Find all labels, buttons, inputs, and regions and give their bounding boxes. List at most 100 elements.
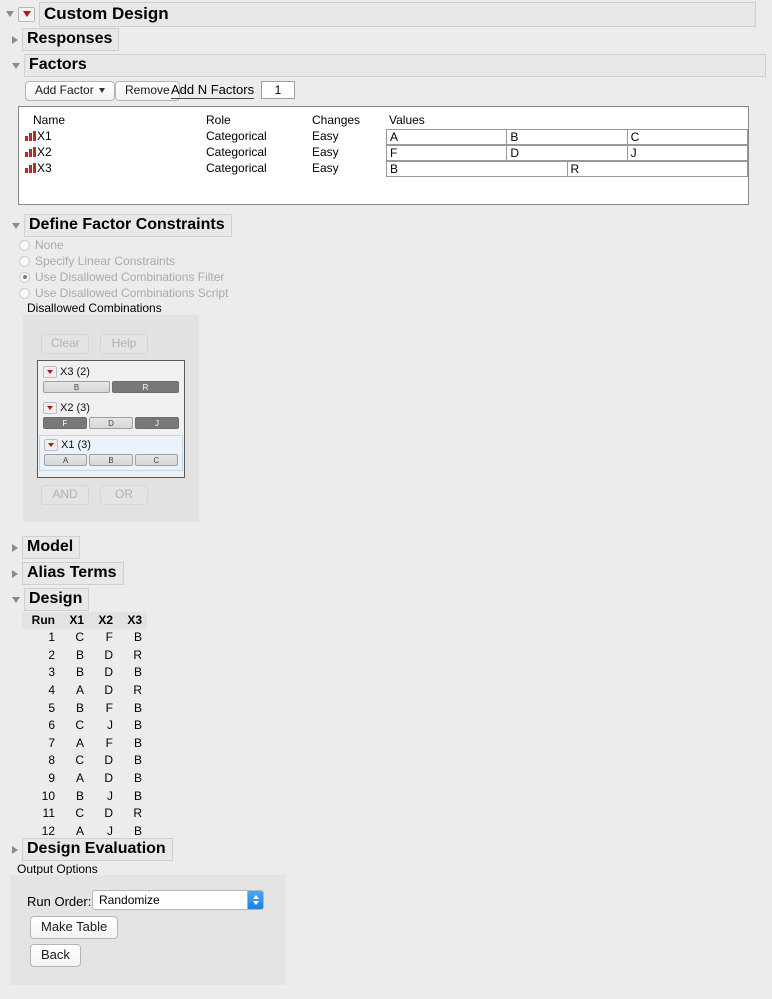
filter-group-x2-label: X2 (3) [60, 402, 90, 414]
filter-level-f[interactable]: F [43, 417, 87, 429]
value-cell[interactable]: B [506, 129, 627, 145]
factor-role[interactable]: Categorical [206, 161, 267, 175]
radio-none[interactable]: None [19, 238, 64, 252]
value-cell[interactable]: F [386, 145, 507, 161]
factor-role[interactable]: Categorical [206, 129, 267, 143]
chevron-down-icon[interactable] [12, 222, 20, 229]
factor-changes[interactable]: Easy [312, 129, 339, 143]
filter-level-b[interactable]: B [43, 381, 110, 393]
section-model[interactable]: Model [12, 536, 81, 560]
section-design-evaluation[interactable]: Design Evaluation [12, 838, 173, 862]
table-row[interactable]: 7 A F B [22, 735, 147, 753]
factor-row[interactable]: X1 Categorical Easy A B C [19, 129, 748, 145]
filter-level-a[interactable]: A [44, 454, 88, 466]
radio-icon[interactable] [19, 287, 30, 299]
section-factors[interactable]: Factors [12, 54, 766, 78]
add-n-factors-link[interactable]: Add N Factors [171, 82, 255, 99]
help-button[interactable]: Help [100, 334, 148, 355]
value-cell[interactable]: R [566, 161, 748, 177]
table-row[interactable]: 2 B D R [22, 647, 147, 665]
cell-x3: B [133, 753, 142, 768]
filter-group-x2-title[interactable]: X2 (3) [43, 401, 179, 415]
cell-x1: B [75, 665, 84, 680]
value-cell[interactable]: B [386, 161, 567, 177]
design-col-x3[interactable]: X3 [118, 612, 147, 629]
filter-level-r[interactable]: R [112, 381, 179, 393]
table-row[interactable]: 5 B F B [22, 699, 147, 717]
chevron-right-icon[interactable] [12, 845, 18, 854]
table-row[interactable]: 1 C F B [22, 629, 147, 647]
filter-group-x1-title[interactable]: X1 (3) [44, 438, 178, 452]
clear-button[interactable]: Clear [41, 334, 89, 355]
section-responses[interactable]: Responses [12, 28, 120, 52]
factor-row[interactable]: X3 Categorical Easy B R [19, 161, 748, 177]
factors-col-changes: Changes [312, 113, 361, 127]
value-cell[interactable]: J [626, 145, 748, 161]
cell-run: 7 [48, 735, 55, 750]
filter-level-b[interactable]: B [89, 454, 133, 466]
table-row[interactable]: 4 A D R [22, 682, 147, 700]
radio-icon[interactable] [19, 239, 30, 251]
chevron-down-icon[interactable] [12, 596, 20, 603]
table-row[interactable]: 3 B D B [22, 664, 147, 682]
filter-group-x2[interactable]: X2 (3) F D J [39, 399, 183, 433]
and-button[interactable]: AND [41, 485, 89, 506]
add-factor-button[interactable]: Add Factor [25, 81, 115, 102]
remove-factor-button[interactable]: Remove [115, 81, 180, 102]
filter-level-j[interactable]: J [135, 417, 179, 429]
n-factors-input[interactable]: 1 [261, 81, 295, 99]
factor-row[interactable]: X2 Categorical Easy F D J [19, 145, 748, 161]
factor-changes[interactable]: Easy [312, 161, 339, 175]
filter-group-x1[interactable]: X1 (3) A B C [39, 435, 183, 471]
radio-use-disallowed-combinations-filter[interactable]: Use Disallowed Combinations Filter [19, 270, 224, 284]
cell-x1: B [75, 647, 84, 662]
cell-x2: D [104, 647, 113, 662]
value-cell[interactable]: D [506, 145, 627, 161]
chevron-right-icon[interactable] [12, 35, 18, 44]
red-triangle-menu-icon[interactable] [43, 366, 57, 378]
red-triangle-menu-icon[interactable] [44, 439, 58, 451]
or-button[interactable]: OR [100, 485, 148, 506]
table-row[interactable]: 9 A D B [22, 770, 147, 788]
design-col-x2[interactable]: X2 [89, 612, 118, 629]
design-col-x1[interactable]: X1 [60, 612, 89, 629]
radio-icon[interactable] [19, 255, 30, 267]
make-table-button[interactable]: Make Table [30, 916, 119, 940]
table-row[interactable]: 6 C J B [22, 717, 147, 735]
section-alias-terms[interactable]: Alias Terms [12, 562, 124, 586]
back-button[interactable]: Back [30, 944, 81, 968]
cell-x2: D [104, 771, 113, 786]
section-define-factor-constraints[interactable]: Define Factor Constraints [12, 214, 232, 238]
radio-use-disallowed-combinations-script[interactable]: Use Disallowed Combinations Script [19, 286, 228, 300]
value-cell[interactable]: C [626, 129, 748, 145]
cell-x3: B [133, 630, 142, 645]
table-row[interactable]: 8 C D B [22, 752, 147, 770]
red-triangle-menu-icon[interactable] [43, 402, 57, 414]
stepper-icon[interactable] [247, 891, 263, 909]
filter-level-c[interactable]: C [134, 454, 178, 466]
radio-icon-selected[interactable] [19, 271, 30, 283]
cell-run: 5 [48, 700, 55, 715]
cell-x1: C [75, 718, 84, 733]
filter-level-d[interactable]: D [89, 417, 133, 429]
design-table: Run X1 X2 X3 1 C F B 2 B D R 3 B D B 4 A D R 5 B F B 6 C… [22, 612, 147, 840]
filter-group-x3-title[interactable]: X3 (2) [43, 365, 179, 379]
radio-specify-linear-constraints[interactable]: Specify Linear Constraints [19, 254, 175, 268]
custom-design-header[interactable]: Custom Design [6, 2, 756, 27]
run-order-select[interactable]: Randomize [92, 890, 264, 910]
design-col-run[interactable]: Run [22, 612, 60, 629]
chevron-right-icon[interactable] [12, 543, 18, 552]
table-row[interactable]: 10 B J B [22, 787, 147, 805]
value-cell[interactable]: A [386, 129, 507, 145]
chevron-down-icon[interactable] [6, 11, 14, 18]
chevron-down-icon[interactable] [12, 62, 20, 69]
filter-group-x3[interactable]: X3 (2) B R [39, 363, 183, 397]
section-factors-label: Factors [24, 54, 766, 78]
chevron-right-icon[interactable] [12, 569, 18, 578]
factor-role[interactable]: Categorical [206, 145, 267, 159]
factor-changes[interactable]: Easy [312, 145, 339, 159]
red-triangle-menu-icon[interactable] [18, 6, 35, 22]
section-design[interactable]: Design [12, 588, 90, 612]
table-row[interactable]: 11 C D R [22, 805, 147, 823]
radio-filter-label: Use Disallowed Combinations Filter [35, 270, 225, 284]
